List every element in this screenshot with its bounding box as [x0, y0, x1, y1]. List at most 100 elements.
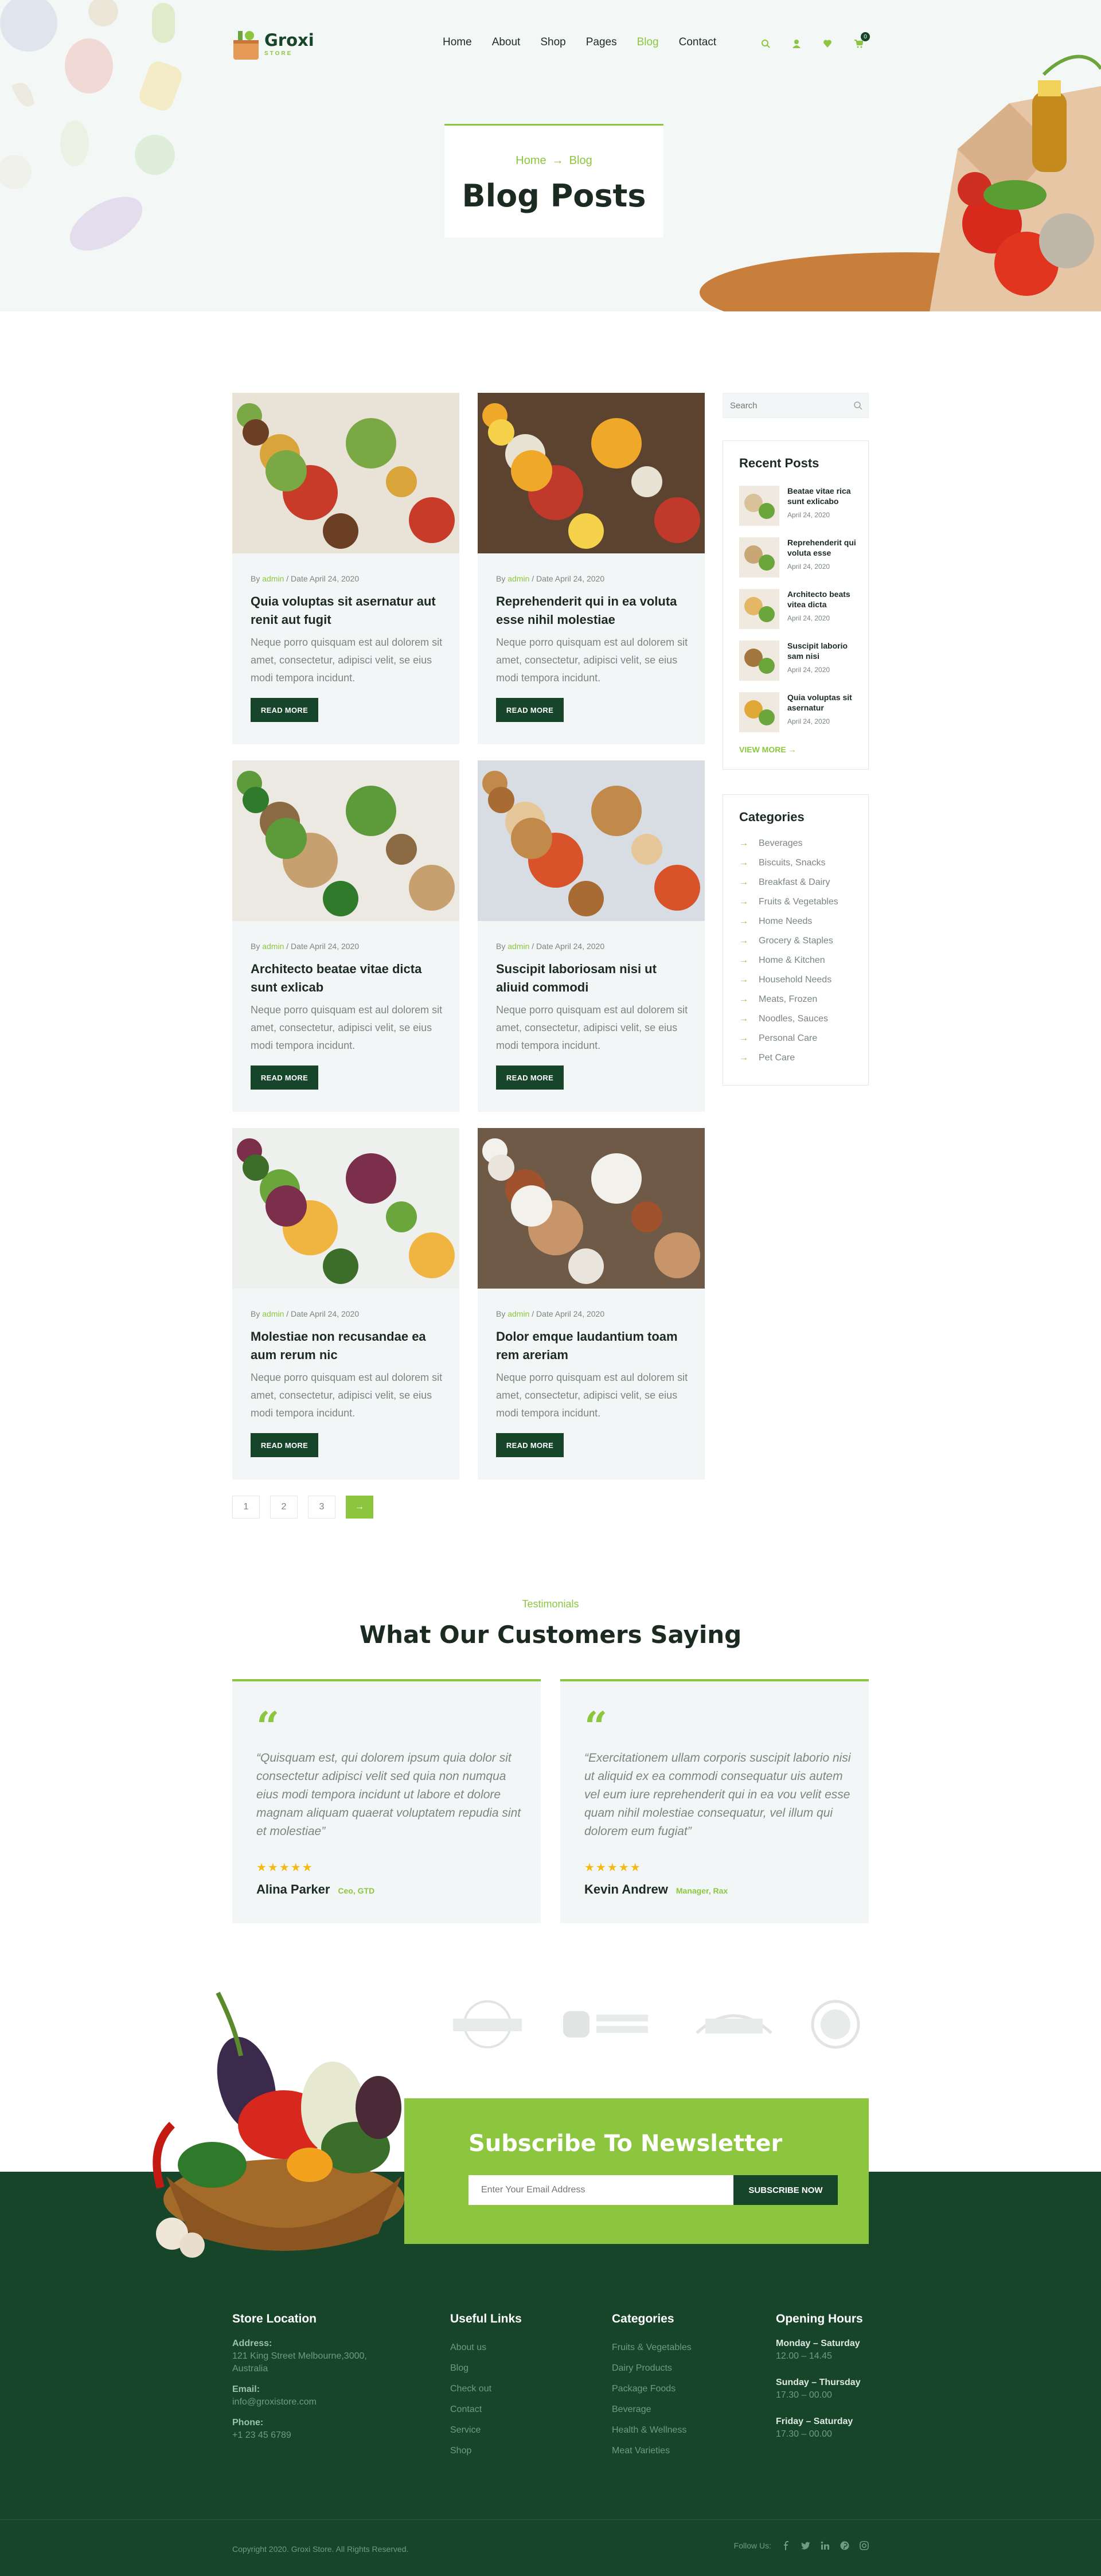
search-icon[interactable] [755, 33, 776, 54]
post-title[interactable]: Architecto beatae vitae dicta sunt exlic… [251, 960, 446, 997]
breadcrumb-home[interactable]: Home [516, 154, 546, 167]
nav-contact[interactable]: Contact [679, 36, 716, 49]
footer-link[interactable]: Contact [450, 2399, 522, 2420]
post-title[interactable]: Dolor emque laudantium toam rem areriam [496, 1328, 691, 1364]
post-image[interactable] [232, 1128, 459, 1289]
footer-category-link[interactable]: Fruits & Vegetables [612, 2337, 692, 2358]
footer-link[interactable]: Shop [450, 2441, 522, 2461]
pinterest-icon[interactable] [840, 2541, 849, 2550]
category-item[interactable]: → Beverages [739, 838, 803, 849]
logo[interactable]: Groxi STORE [232, 28, 314, 61]
recent-post-title[interactable]: Suscipit laborio sam nisi [787, 641, 858, 661]
blog-post-card: By admin / Date April 24, 2020 Dolor emq… [478, 1128, 705, 1480]
footer-divider [0, 2519, 1101, 2520]
post-author[interactable]: admin [262, 942, 284, 951]
recent-posts-title: Recent Posts [739, 456, 819, 470]
category-item[interactable]: → Pet Care [739, 1053, 795, 1063]
nav-shop[interactable]: Shop [540, 36, 565, 49]
header-icons: 0 [755, 32, 870, 54]
recent-post-thumbnail[interactable] [739, 641, 779, 681]
post-image[interactable] [232, 760, 459, 921]
footer-link[interactable]: Blog [450, 2358, 522, 2379]
page-2[interactable]: 2 [270, 1496, 298, 1519]
email-text[interactable]: info@groxistore.com [232, 2396, 381, 2409]
footer-category-link[interactable]: Dairy Products [612, 2358, 692, 2379]
recent-post-thumbnail[interactable] [739, 692, 779, 732]
email-input[interactable] [468, 2175, 733, 2205]
nav-about[interactable]: About [492, 36, 521, 49]
category-item[interactable]: → Meats, Frozen [739, 994, 817, 1005]
post-author[interactable]: admin [507, 1309, 529, 1318]
logo-sub: STORE [264, 50, 293, 57]
read-more-button[interactable]: READ MORE [496, 1433, 564, 1457]
post-author[interactable]: admin [262, 574, 284, 583]
post-image[interactable] [478, 1128, 705, 1289]
nav-home[interactable]: Home [443, 36, 472, 49]
recent-post-item[interactable]: Quia voluptas sit asernatur April 24, 20… [739, 692, 858, 732]
post-title[interactable]: Suscipit laboriosam nisi ut aliuid commo… [496, 960, 691, 997]
category-item[interactable]: → Personal Care [739, 1033, 817, 1044]
read-more-button[interactable]: READ MORE [251, 1433, 318, 1457]
user-icon[interactable] [786, 33, 807, 54]
recent-post-thumbnail[interactable] [739, 589, 779, 629]
recent-post-item[interactable]: Suscipit laborio sam nisi April 24, 2020 [739, 641, 858, 681]
post-image[interactable] [232, 393, 459, 553]
arrow-right-icon: → [739, 994, 748, 1004]
footer-link[interactable]: Check out [450, 2379, 522, 2399]
footer-category-link[interactable]: Beverage [612, 2399, 692, 2420]
footer-category-link[interactable]: Meat Varieties [612, 2441, 692, 2461]
recent-post-title[interactable]: Architecto beats vitea dicta [787, 589, 858, 610]
category-item[interactable]: → Breakfast & Dairy [739, 877, 830, 888]
recent-post-thumbnail[interactable] [739, 486, 779, 526]
twitter-icon[interactable] [801, 2541, 810, 2550]
cart-icon[interactable]: 0 [848, 32, 870, 54]
phone-text[interactable]: +1 23 45 6789 [232, 2429, 381, 2442]
next-page-button[interactable]: → [346, 1496, 373, 1519]
post-author[interactable]: admin [262, 1309, 284, 1318]
post-image[interactable] [478, 760, 705, 921]
nav-blog[interactable]: Blog [637, 36, 659, 49]
view-more-link[interactable]: VIEW MORE → [739, 745, 797, 754]
recent-post-thumbnail[interactable] [739, 537, 779, 577]
testimonial-author: Kevin Andrew Manager, Rax [584, 1882, 728, 1896]
category-item[interactable]: → Biscuits, Snacks [739, 858, 825, 868]
instagram-icon[interactable] [860, 2541, 869, 2550]
footer-category-link[interactable]: Package Foods [612, 2379, 692, 2399]
recent-post-item[interactable]: Architecto beats vitea dicta April 24, 2… [739, 589, 858, 629]
category-item[interactable]: → Home & Kitchen [739, 955, 825, 966]
footer-category-link[interactable]: Health & Wellness [612, 2420, 692, 2441]
arrow-right-icon: → [739, 936, 748, 946]
read-more-button[interactable]: READ MORE [496, 698, 564, 722]
post-title[interactable]: Quia voluptas sit asernatur aut renit au… [251, 592, 446, 629]
subscribe-button[interactable]: SUBSCRIBE NOW [733, 2175, 838, 2205]
recent-post-title[interactable]: Beatae vitae rica sunt exlicabo [787, 486, 858, 506]
recent-post-item[interactable]: Reprehenderit qui voluta esse April 24, … [739, 537, 858, 577]
post-title[interactable]: Reprehenderit qui in ea voluta esse nihi… [496, 592, 691, 629]
post-title[interactable]: Molestiae non recusandae ea aum rerum ni… [251, 1328, 446, 1364]
heart-icon[interactable] [817, 33, 838, 54]
recent-post-title[interactable]: Reprehenderit qui voluta esse [787, 537, 858, 558]
search-input[interactable] [723, 393, 838, 417]
category-item[interactable]: → Home Needs [739, 916, 812, 927]
read-more-button[interactable]: READ MORE [496, 1065, 564, 1090]
category-item[interactable]: → Fruits & Vegetables [739, 897, 838, 907]
footer-link[interactable]: About us [450, 2337, 522, 2358]
post-meta: By admin / Date April 24, 2020 [251, 942, 360, 951]
read-more-button[interactable]: READ MORE [251, 698, 318, 722]
page-3[interactable]: 3 [308, 1496, 335, 1519]
post-author[interactable]: admin [507, 574, 529, 583]
post-image[interactable] [478, 393, 705, 553]
read-more-button[interactable]: READ MORE [251, 1065, 318, 1090]
linkedin-icon[interactable] [821, 2541, 830, 2550]
category-item[interactable]: → Household Needs [739, 975, 831, 985]
footer-link[interactable]: Service [450, 2420, 522, 2441]
recent-post-title[interactable]: Quia voluptas sit asernatur [787, 692, 858, 713]
post-author[interactable]: admin [507, 942, 529, 951]
category-item[interactable]: → Noodles, Sauces [739, 1014, 828, 1024]
nav-pages[interactable]: Pages [586, 36, 617, 49]
search-icon[interactable] [853, 401, 862, 410]
category-item[interactable]: → Grocery & Staples [739, 936, 833, 946]
recent-post-item[interactable]: Beatae vitae rica sunt exlicabo April 24… [739, 486, 858, 526]
facebook-icon[interactable] [782, 2541, 791, 2550]
page-1[interactable]: 1 [232, 1496, 260, 1519]
